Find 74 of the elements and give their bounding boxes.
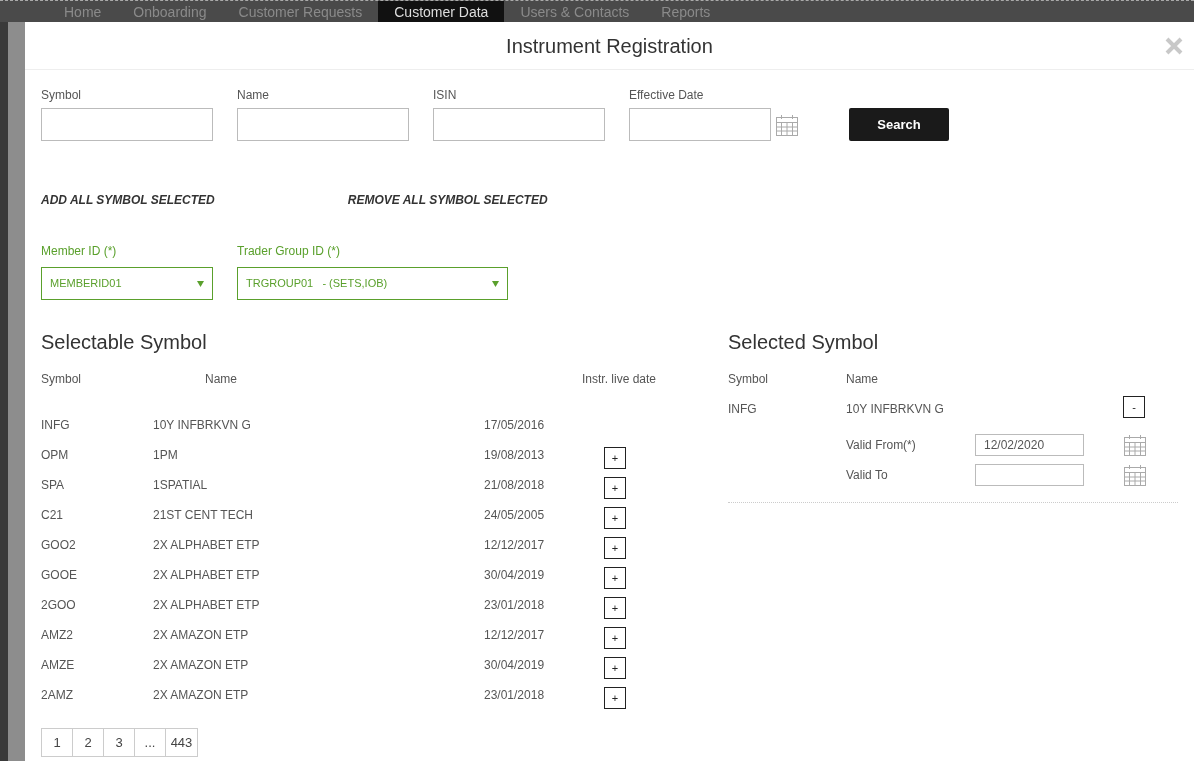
field-label: Valid From(*) <box>846 437 917 454</box>
add-button[interactable]: + <box>604 447 626 469</box>
table-cell-text: 21/08/2018 <box>484 477 546 494</box>
dialog-title: Instrument Registration <box>506 33 713 59</box>
table-cell-text: C21 <box>41 507 64 524</box>
table-cell-text: OPM <box>41 447 70 464</box>
bulk-action-link[interactable]: REMOVE ALL SYMBOL SELECTED <box>347 191 548 209</box>
table-cell-text: 21ST CENT TECH <box>153 507 255 524</box>
table-cell-text: INFG <box>728 401 758 418</box>
table-cell-text: SPA <box>41 477 66 494</box>
table-cell-text: 2X ALPHABET ETP <box>153 567 261 584</box>
calendar-icon[interactable] <box>1123 433 1147 457</box>
dropdown-label: Member ID (*) <box>41 243 118 260</box>
nav-tab[interactable]: Customer Data <box>378 1 505 22</box>
table-cell-text: GOO2 <box>41 537 77 554</box>
table-cell-text: INFG <box>41 417 71 434</box>
table-cell-text: 24/05/2005 <box>484 507 546 524</box>
table-cell-text: 19/08/2013 <box>484 447 546 464</box>
table-cell-text: 2X ALPHABET ETP <box>153 597 261 614</box>
section-heading: Selectable Symbol <box>41 330 208 354</box>
caret-icon <box>492 280 499 287</box>
add-button[interactable]: + <box>604 537 626 559</box>
field-label: Name <box>237 87 270 101</box>
add-button[interactable]: + <box>604 627 626 649</box>
table-cell-text: GOOE <box>41 567 78 584</box>
add-button[interactable]: + <box>604 567 626 589</box>
calendar-icon[interactable] <box>775 112 799 137</box>
date-field[interactable]: 12/02/2020 <box>975 434 1084 456</box>
table-cell-text: 12/12/2017 <box>484 537 546 554</box>
input-field[interactable] <box>433 108 605 141</box>
add-button[interactable]: + <box>604 687 626 709</box>
table-cell-text: 2GOO <box>41 597 77 614</box>
table-cell-text: 10Y INFBRKVN G <box>153 417 252 434</box>
close-icon[interactable] <box>1164 36 1184 56</box>
section-heading: Selected Symbol <box>728 330 880 354</box>
table-cell-text: 1SPATIAL <box>153 477 209 494</box>
column-header: Name <box>204 371 237 388</box>
field-label: Valid To <box>846 467 889 484</box>
bulk-action-link[interactable]: ADD ALL SYMBOL SELECTED <box>41 191 215 209</box>
table-cell-text: 2X AMAZON ETP <box>153 657 250 674</box>
table-cell-text: 30/04/2019 <box>484 567 546 584</box>
add-button[interactable]: + <box>604 477 626 499</box>
table-cell-text: 2X ALPHABET ETP <box>153 537 261 554</box>
table-cell-text: 2X AMAZON ETP <box>153 687 250 704</box>
table-cell-text: 30/04/2019 <box>484 657 546 674</box>
add-button[interactable]: + <box>604 657 626 679</box>
add-button[interactable]: + <box>604 507 626 529</box>
table-cell-text: 1PM <box>153 447 179 464</box>
table-cell-text: 17/05/2016 <box>484 417 546 434</box>
field-label: ISIN <box>433 87 458 101</box>
caret-icon <box>197 280 204 287</box>
date-field[interactable] <box>975 464 1084 486</box>
table-cell-text: 23/01/2018 <box>484 597 546 614</box>
table-cell-text: 10Y INFBRKVN G <box>846 401 945 418</box>
field-label: Symbol <box>41 87 82 101</box>
search-button[interactable]: Search <box>849 108 949 141</box>
date-field[interactable] <box>629 108 771 141</box>
calendar-icon[interactable] <box>1123 463 1147 487</box>
table-cell-text: 23/01/2018 <box>484 687 546 704</box>
remove-button[interactable]: - <box>1123 396 1145 418</box>
dropdown-label: Trader Group ID (*) <box>237 243 341 260</box>
table-cell-text: 12/12/2017 <box>484 627 546 644</box>
table-cell-text: AMZE <box>41 657 76 674</box>
table-cell-text: 2X AMAZON ETP <box>153 627 250 644</box>
input-field[interactable] <box>41 108 213 141</box>
column-header: Symbol <box>728 371 769 388</box>
column-header: Instr. live date <box>581 371 656 388</box>
field-label: Effective Date <box>629 87 705 101</box>
column-header: Symbol <box>41 371 82 388</box>
table-cell-text: 2AMZ <box>41 687 74 704</box>
table-cell-text: AMZ2 <box>41 627 74 644</box>
column-header: Name <box>846 371 879 388</box>
input-field[interactable] <box>237 108 409 141</box>
add-button[interactable]: + <box>604 597 626 619</box>
